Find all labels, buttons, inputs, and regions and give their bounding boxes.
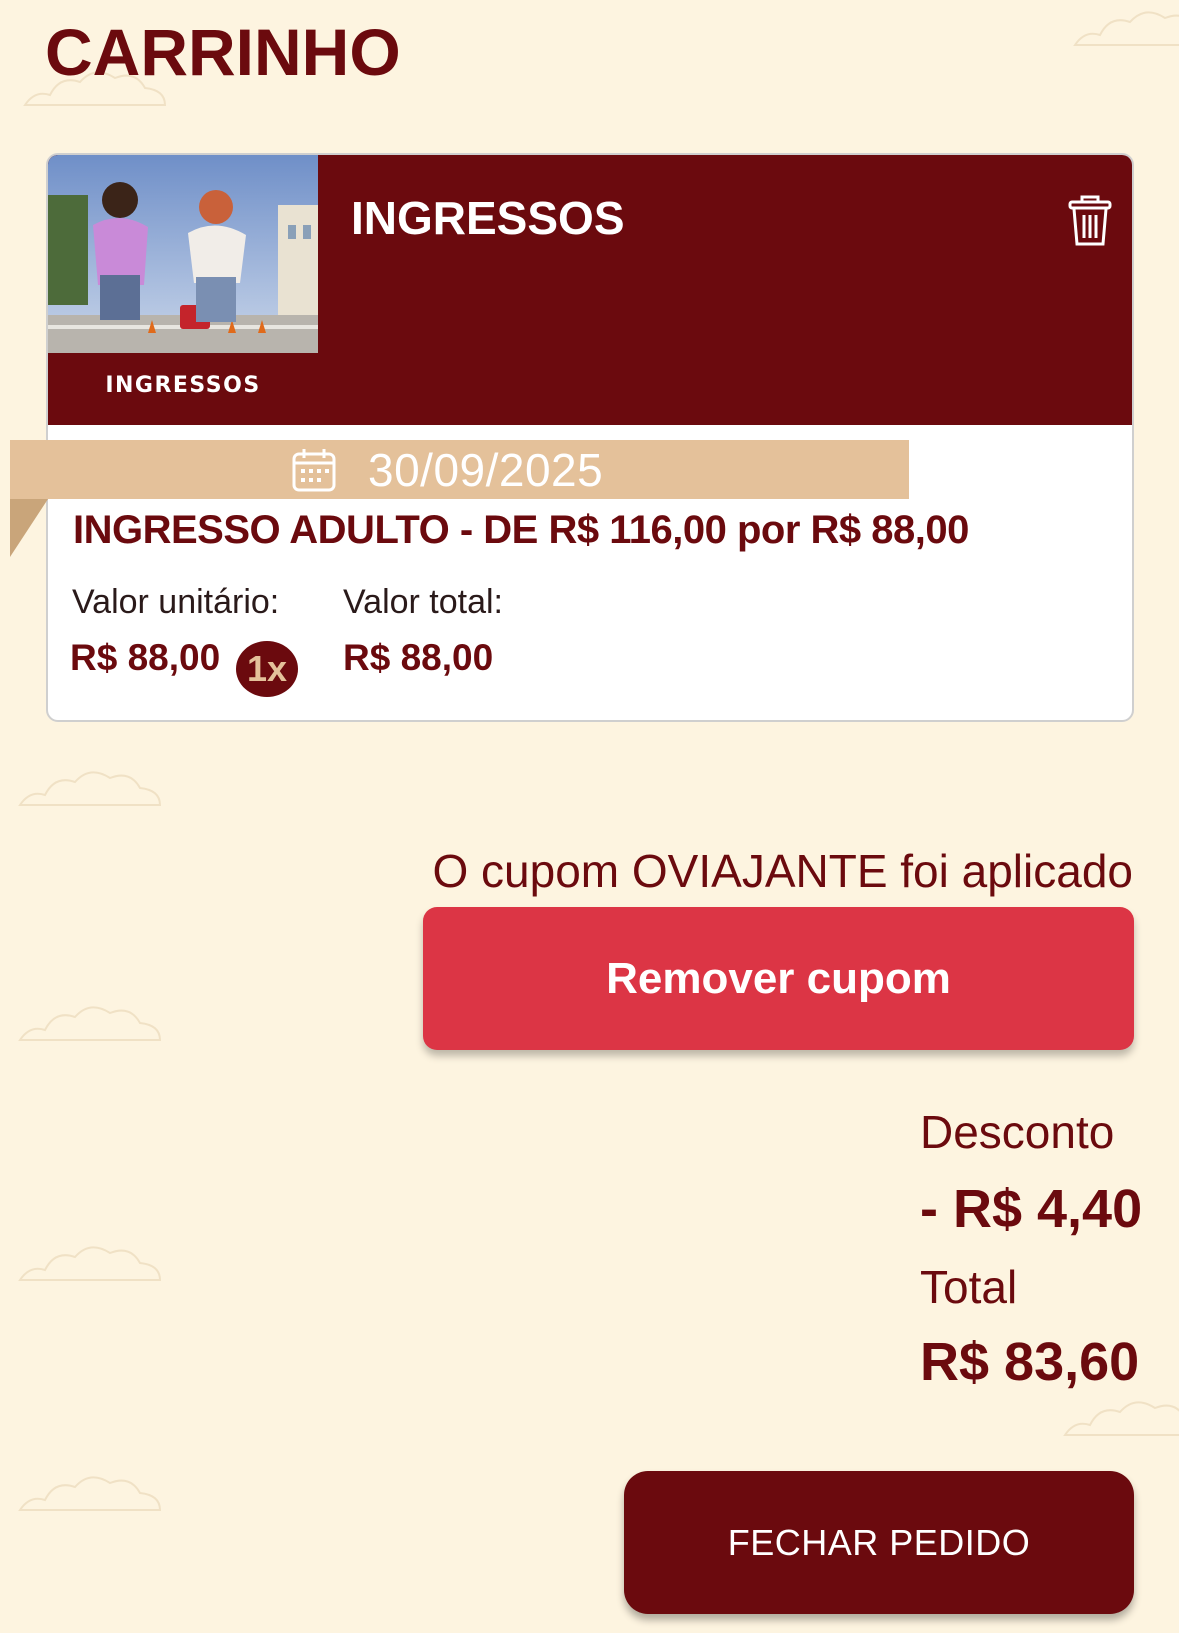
ribbon-fold — [10, 499, 48, 557]
page-title: CARRINHO — [45, 15, 401, 89]
total-label: Total — [920, 1261, 1018, 1313]
quantity-badge: 1x — [236, 641, 298, 697]
cloud-icon — [18, 1006, 162, 1041]
trash-icon[interactable] — [1068, 195, 1112, 247]
close-order-button[interactable]: FECHAR PEDIDO — [624, 1471, 1134, 1614]
product-name: INGRESSO ADULTO - DE R$ 116,00 por R$ 88… — [73, 508, 969, 552]
cloud-icon — [18, 1246, 162, 1281]
discount-label: Desconto — [920, 1106, 1115, 1158]
cloud-icon — [18, 1476, 162, 1511]
cloud-icon — [1073, 11, 1179, 46]
remove-coupon-button[interactable]: Remover cupom — [423, 907, 1134, 1050]
cart-item-header: INGRESSOS INGRESSOS — [48, 155, 1132, 425]
total-price-value: R$ 88,00 — [343, 637, 494, 678]
coupon-applied-message: O cupom OVIAJANTE foi aplicado — [432, 845, 1133, 897]
unit-price-label: Valor unitário: — [72, 583, 280, 621]
product-thumbnail: INGRESSOS — [48, 155, 318, 425]
cloud-icon — [1063, 1401, 1179, 1436]
calendar-icon — [292, 449, 336, 492]
product-photo — [48, 155, 318, 353]
total-price-label: Valor total: — [343, 583, 504, 621]
ticket-date: 30/09/2025 — [368, 444, 604, 496]
total-value: R$ 83,60 — [920, 1332, 1140, 1392]
discount-value: - R$ 4,40 — [920, 1179, 1143, 1239]
cart-item-title: INGRESSOS — [351, 192, 625, 244]
unit-price-value: R$ 88,00 — [70, 637, 221, 678]
thumbnail-label: INGRESSOS — [105, 373, 261, 398]
cloud-icon — [18, 771, 162, 806]
